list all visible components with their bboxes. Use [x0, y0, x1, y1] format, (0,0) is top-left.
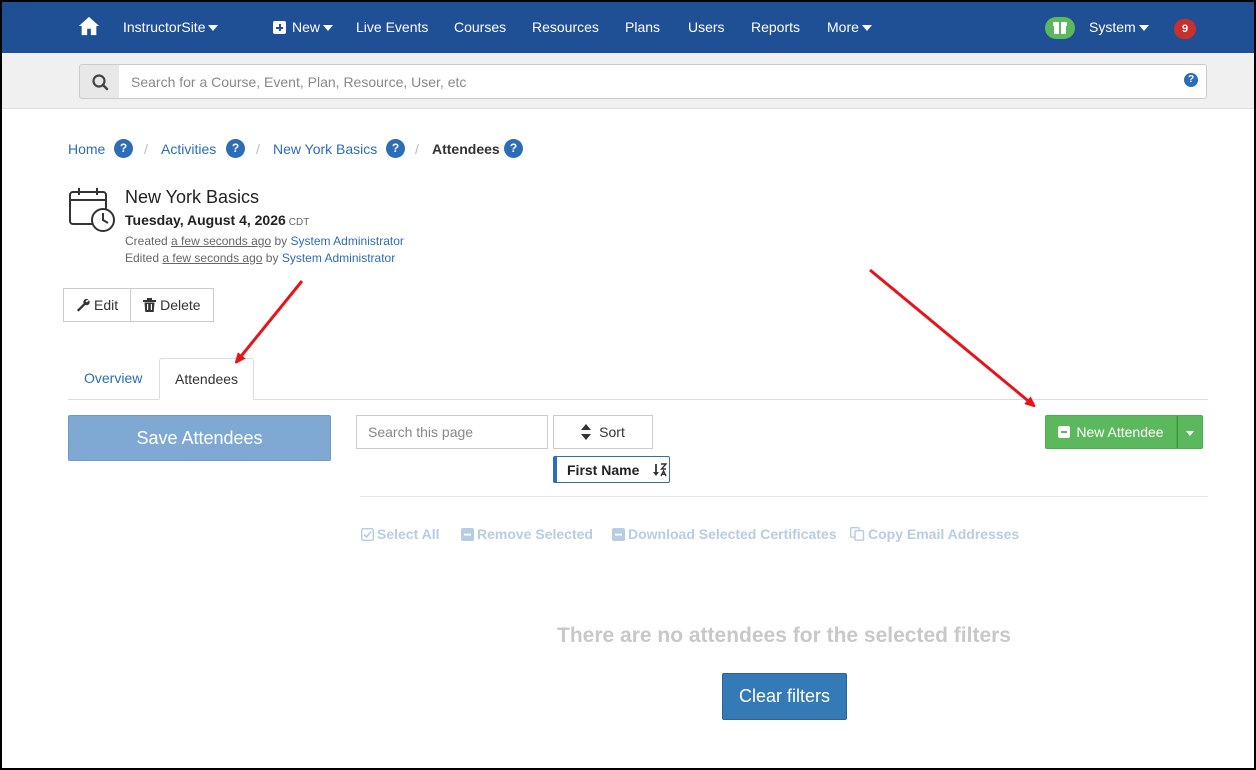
- copy-emails-action[interactable]: Copy Email Addresses: [850, 526, 1019, 542]
- top-navbar: InstructorSite New Live Events Courses R…: [2, 2, 1254, 53]
- event-date: Tuesday, August 4, 2026 CDT: [125, 212, 309, 228]
- sort-alpha-icon: [653, 462, 668, 476]
- nav-resources[interactable]: Resources: [532, 2, 599, 53]
- calendar-clock-icon: [69, 188, 115, 232]
- event-date-text: Tuesday, August 4, 2026: [125, 212, 286, 228]
- nav-users[interactable]: Users: [688, 2, 725, 53]
- edited-time: a few seconds ago: [162, 251, 263, 265]
- nav-new-label: New: [292, 19, 321, 35]
- select-all-label: Select All: [377, 526, 440, 542]
- breadcrumb-separator: /: [415, 141, 419, 157]
- breadcrumb-home[interactable]: Home: [68, 141, 105, 157]
- chevron-down-icon: [323, 25, 334, 32]
- nav-courses[interactable]: Courses: [454, 2, 506, 53]
- sort-label: Sort: [599, 424, 625, 440]
- edit-label: Edit: [94, 297, 119, 313]
- edit-button[interactable]: Edit: [63, 288, 132, 322]
- save-attendees-button[interactable]: Save Attendees: [68, 415, 331, 461]
- breadcrumb-activities[interactable]: Activities: [161, 141, 216, 157]
- new-attendee-button[interactable]: New Attendee: [1045, 415, 1177, 449]
- delete-button[interactable]: Delete: [131, 288, 214, 322]
- home-icon[interactable]: [78, 15, 100, 37]
- nav-new-menu[interactable]: New: [273, 2, 334, 53]
- search-icon: [92, 74, 109, 91]
- tab-attendees[interactable]: Attendees: [159, 358, 255, 400]
- brand-label: InstructorSite: [123, 19, 206, 35]
- sort-icon: [581, 424, 592, 440]
- help-icon[interactable]: ?: [504, 139, 523, 158]
- minus-square-icon: [612, 527, 625, 541]
- chevron-down-icon: [861, 25, 872, 32]
- nav-reports[interactable]: Reports: [751, 2, 800, 53]
- checkbox-icon: [361, 527, 374, 541]
- brand-menu[interactable]: InstructorSite: [123, 2, 219, 53]
- tab-overview[interactable]: Overview: [69, 358, 157, 400]
- nav-plans[interactable]: Plans: [625, 2, 660, 53]
- chevron-down-icon: [1138, 25, 1149, 32]
- nav-more-menu[interactable]: More: [827, 2, 872, 53]
- chevron-down-icon: [1186, 431, 1194, 436]
- global-search-input[interactable]: [119, 64, 1207, 99]
- empty-state-message: There are no attendees for the selected …: [557, 624, 1011, 647]
- clear-filters-button[interactable]: Clear filters: [722, 673, 847, 720]
- app-window: InstructorSite New Live Events Courses R…: [0, 0, 1256, 770]
- gift-icon[interactable]: [1045, 17, 1075, 39]
- created-prefix: Created: [125, 234, 168, 248]
- download-certificates-action[interactable]: Download Selected Certificates: [612, 526, 837, 542]
- notification-badge[interactable]: 9: [1174, 19, 1196, 39]
- panel-divider: [360, 496, 1208, 497]
- event-timezone: CDT: [288, 217, 310, 228]
- breadcrumb-separator: /: [144, 141, 148, 157]
- help-icon[interactable]: ?: [226, 139, 245, 158]
- remove-selected-label: Remove Selected: [477, 526, 593, 542]
- event-title: New York Basics: [125, 187, 260, 207]
- edited-by-link[interactable]: System Administrator: [282, 251, 395, 265]
- nav-live-events[interactable]: Live Events: [356, 2, 428, 53]
- arrow-to-attendees-tab: [238, 280, 304, 360]
- page-search-input[interactable]: [356, 415, 548, 449]
- wrench-icon: [77, 298, 90, 312]
- breadcrumb-separator: /: [256, 141, 260, 157]
- sort-button[interactable]: Sort: [553, 415, 653, 449]
- nav-more-label: More: [827, 19, 859, 35]
- delete-label: Delete: [160, 297, 201, 313]
- sort-chip-label: First Name: [567, 461, 640, 478]
- edited-line: Edited a few seconds ago by System Admin…: [125, 251, 395, 265]
- edited-prefix: Edited: [125, 251, 160, 265]
- copy-icon: [850, 527, 865, 541]
- breadcrumb-event[interactable]: New York Basics: [273, 141, 377, 157]
- sort-chip-first-name[interactable]: First Name: [553, 456, 670, 483]
- help-icon[interactable]: ?: [386, 139, 405, 158]
- created-line: Created a few seconds ago by System Admi…: [125, 234, 404, 248]
- search-button[interactable]: [79, 64, 120, 99]
- event-actions: Edit Delete: [63, 288, 214, 322]
- download-certificates-label: Download Selected Certificates: [628, 526, 837, 542]
- edited-by-word: by: [265, 251, 279, 265]
- search-help-icon[interactable]: ?: [1184, 73, 1198, 87]
- arrow-to-new-attendee: [869, 268, 1032, 404]
- new-attendee-dropdown-toggle[interactable]: [1177, 415, 1203, 449]
- created-time: a few seconds ago: [171, 234, 272, 248]
- created-by-word: by: [274, 234, 288, 248]
- help-icon[interactable]: ?: [114, 139, 133, 158]
- trash-icon: [143, 298, 157, 312]
- copy-emails-label: Copy Email Addresses: [868, 526, 1020, 542]
- system-label: System: [1089, 19, 1136, 35]
- minus-square-icon: [461, 527, 474, 541]
- select-all-action[interactable]: Select All: [361, 526, 440, 542]
- remove-selected-action[interactable]: Remove Selected: [461, 526, 593, 542]
- plus-square-icon: [273, 21, 286, 34]
- system-menu[interactable]: System: [1089, 2, 1149, 53]
- global-search-bar: [2, 53, 1254, 109]
- new-attendee-label: New Attendee: [1076, 424, 1164, 440]
- created-by-link[interactable]: System Administrator: [291, 234, 404, 248]
- chevron-down-icon: [208, 25, 219, 32]
- plus-square-icon: [1058, 426, 1071, 438]
- breadcrumb-current: Attendees: [432, 141, 500, 157]
